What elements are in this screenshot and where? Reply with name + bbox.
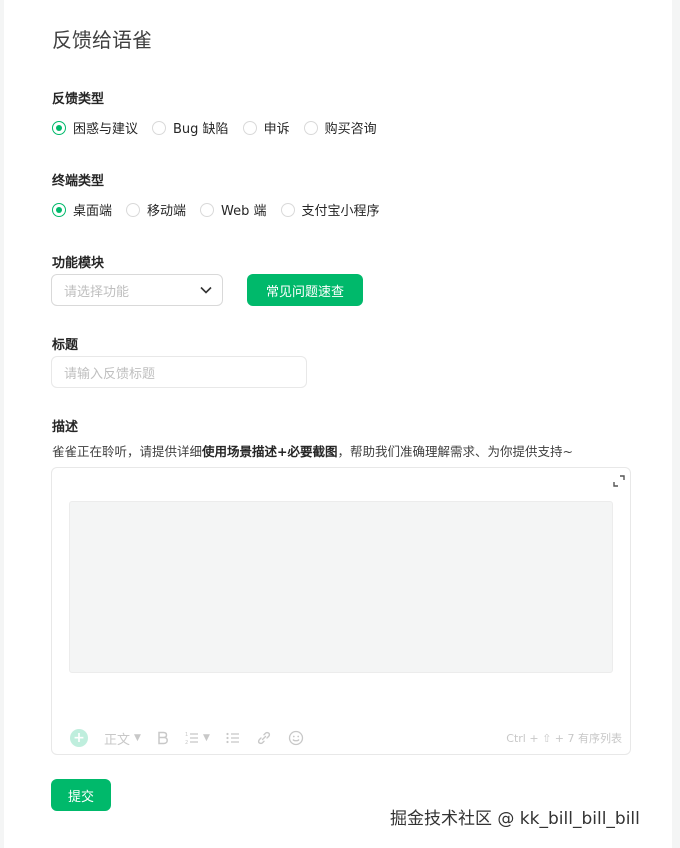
radio-dot xyxy=(152,120,167,135)
link-button[interactable] xyxy=(256,730,272,746)
link-icon xyxy=(257,731,270,745)
subject-label: 标题 xyxy=(52,338,79,353)
shortcut-hint: Ctrl + ⇧ + 7 有序列表 xyxy=(506,732,622,745)
feedback-type-radio-group: 困惑与建议 Bug 缺陷 申诉 购买咨询 xyxy=(52,118,391,137)
caret-down-icon: ▼ xyxy=(202,733,210,743)
watermark: 掘金技术社区 @ kk_bill_bill_bill xyxy=(390,809,640,829)
feedback-type-label: 反馈类型 xyxy=(52,92,105,107)
page-title: 反馈给语雀 xyxy=(52,28,152,52)
paragraph-style-dropdown[interactable]: 正文 ▼ xyxy=(104,729,141,748)
bullet-list-button[interactable] xyxy=(226,731,240,745)
bold-icon xyxy=(158,731,168,745)
description-editor[interactable]: + 正文 ▼ 12 ▼ Ctrl + ⇧ + 7 有序列表 xyxy=(51,467,631,755)
radio-terminal-alipay-miniapp[interactable]: 支付宝小程序 xyxy=(280,200,380,219)
module-label: 功能模块 xyxy=(52,256,105,271)
radio-dot xyxy=(303,120,318,135)
radio-feedback-purchase[interactable]: 购买咨询 xyxy=(303,118,377,137)
module-select[interactable]: 请选择功能 xyxy=(51,274,223,306)
radio-dot xyxy=(52,120,66,135)
radio-dot xyxy=(52,202,66,217)
chevron-down-icon xyxy=(200,286,212,294)
module-select-placeholder: 请选择功能 xyxy=(64,284,130,300)
radio-dot xyxy=(242,120,257,135)
svg-text:1: 1 xyxy=(185,732,188,738)
editor-content-area[interactable] xyxy=(69,501,613,673)
caret-down-icon: ▼ xyxy=(134,733,141,743)
subject-input[interactable]: 请输入反馈标题 xyxy=(51,356,307,388)
radio-dot xyxy=(200,202,215,217)
faq-button[interactable]: 常见问题速查 xyxy=(247,274,363,306)
radio-dot xyxy=(126,202,141,217)
bullet-list-icon xyxy=(226,732,239,744)
radio-feedback-bug[interactable]: Bug 缺陷 xyxy=(152,118,229,137)
bold-button[interactable] xyxy=(157,731,169,745)
radio-terminal-desktop[interactable]: 桌面端 xyxy=(52,200,112,219)
feedback-card: 反馈给语雀 反馈类型 困惑与建议 Bug 缺陷 申诉 购买咨询 终端类型 桌面端… xyxy=(4,0,672,848)
emoji-button[interactable] xyxy=(288,730,304,746)
editor-toolbar: + 正文 ▼ 12 ▼ Ctrl + ⇧ + 7 有序列表 xyxy=(70,726,622,750)
expand-icon[interactable] xyxy=(612,473,626,492)
subject-input-placeholder: 请输入反馈标题 xyxy=(64,366,156,382)
radio-terminal-mobile[interactable]: 移动端 xyxy=(126,200,186,219)
description-label: 描述 xyxy=(52,420,79,435)
radio-feedback-confusion[interactable]: 困惑与建议 xyxy=(52,118,138,137)
radio-terminal-web[interactable]: Web 端 xyxy=(200,200,267,219)
terminal-type-label: 终端类型 xyxy=(52,174,105,189)
description-hint: 雀雀正在聆听，请提供详细使用场景描述+必要截图，帮助我们准确理解需求、为你提供支… xyxy=(52,444,573,459)
radio-dot xyxy=(280,202,295,217)
radio-feedback-appeal[interactable]: 申诉 xyxy=(242,118,290,137)
ordered-list-icon: 12 xyxy=(185,732,198,745)
submit-button[interactable]: 提交 xyxy=(51,779,111,811)
insert-button[interactable]: + xyxy=(70,729,88,747)
terminal-type-radio-group: 桌面端 移动端 Web 端 支付宝小程序 xyxy=(52,200,394,219)
emoji-icon xyxy=(288,730,304,746)
svg-text:2: 2 xyxy=(185,740,188,745)
plus-icon: + xyxy=(70,729,88,747)
ordered-list-button[interactable]: 12 ▼ xyxy=(185,731,210,745)
